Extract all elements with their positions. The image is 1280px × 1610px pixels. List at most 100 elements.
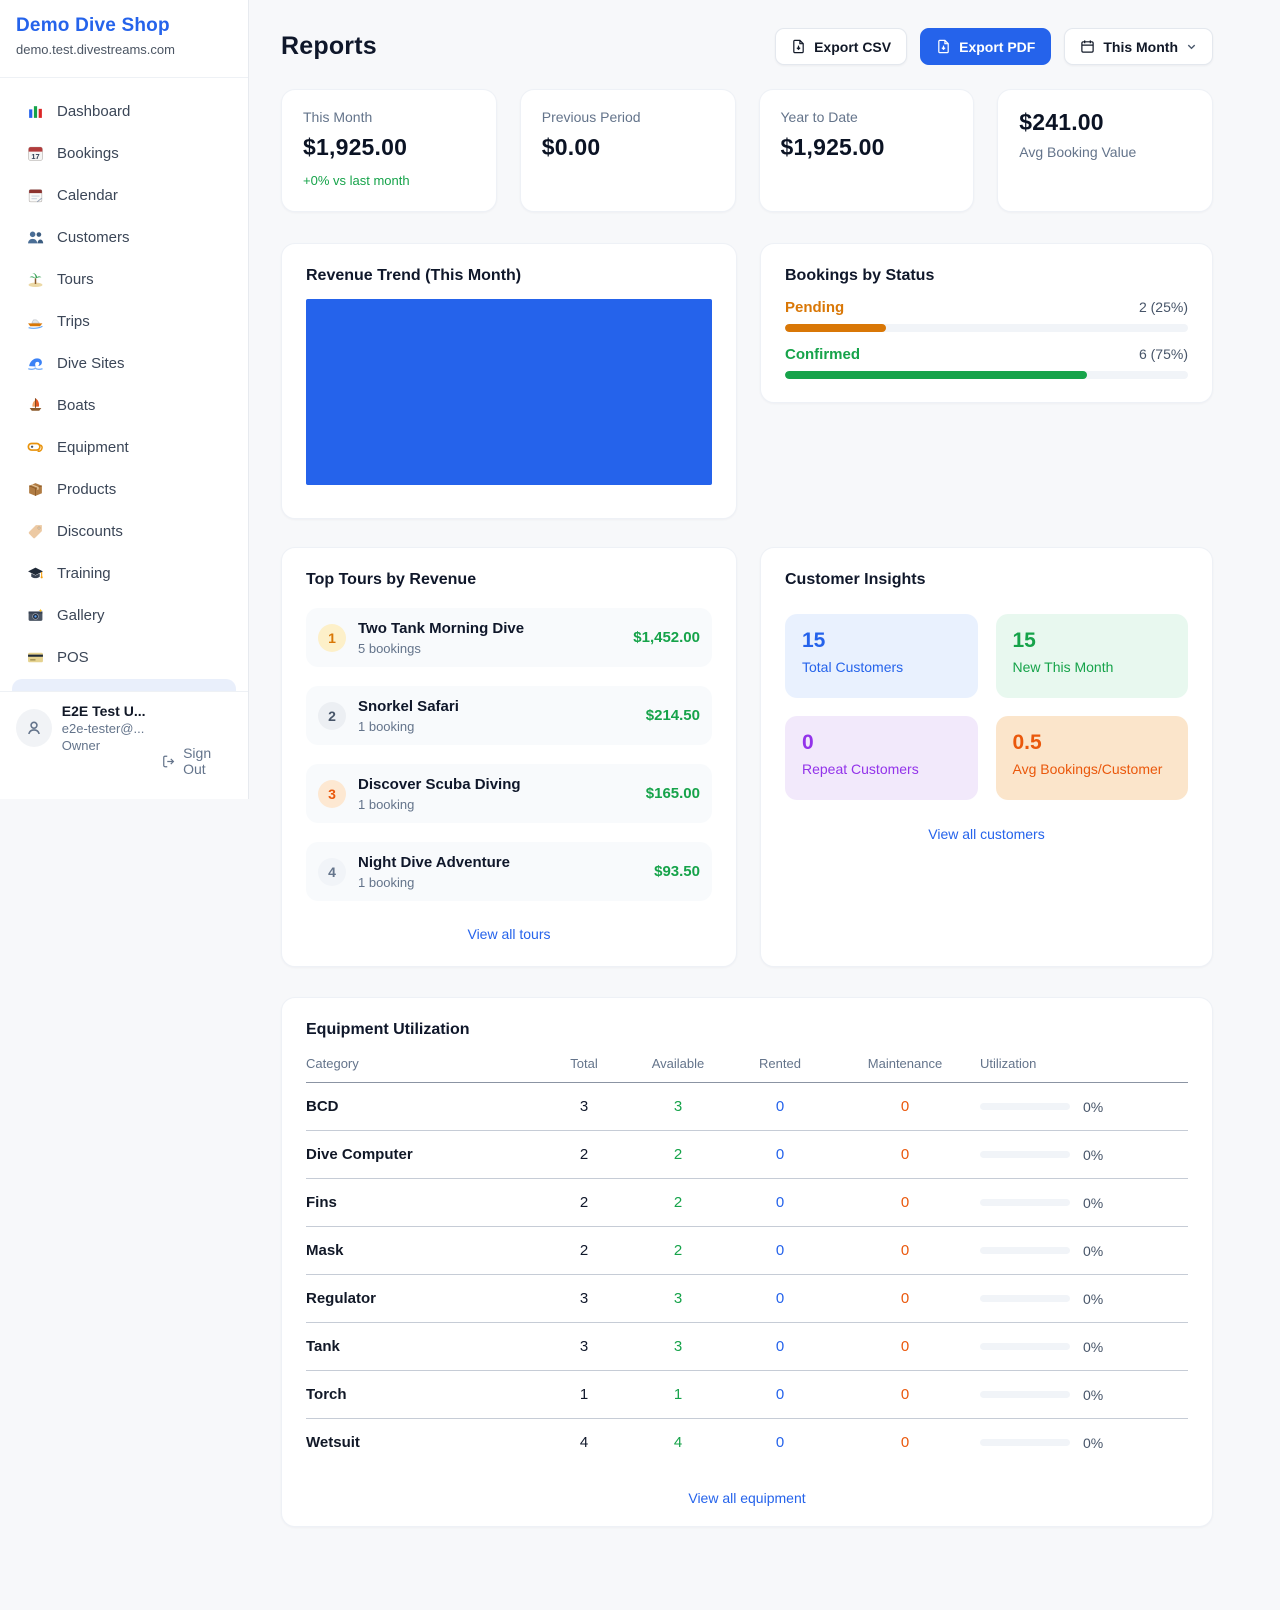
main-content: Reports Export CSV Export PDF This Month… bbox=[281, 0, 1213, 1527]
export-pdf-button[interactable]: Export PDF bbox=[920, 28, 1051, 65]
view-all-tours-link[interactable]: View all tours bbox=[306, 926, 712, 946]
cell-utilization: 0% bbox=[1083, 1195, 1103, 1211]
cell-rented: 0 bbox=[730, 1179, 830, 1227]
sidebar-item-dive-sites[interactable]: Dive Sites bbox=[12, 342, 236, 384]
stat-value: $1,925.00 bbox=[781, 134, 953, 161]
sidebar-item-label: Products bbox=[57, 481, 116, 498]
cell-utilization: 0% bbox=[1083, 1435, 1103, 1451]
revenue-trend-title: Revenue Trend (This Month) bbox=[306, 267, 712, 285]
sidebar-item-tours[interactable]: Tours bbox=[12, 258, 236, 300]
gallery-icon bbox=[26, 606, 44, 624]
cell-available: 2 bbox=[626, 1131, 730, 1179]
page-header: Reports Export CSV Export PDF This Month bbox=[281, 28, 1213, 65]
user-meta: E2E Test U... e2e-tester@... Owner bbox=[62, 703, 152, 799]
utilization-bar bbox=[980, 1391, 1070, 1398]
sidebar-item-equipment[interactable]: Equipment bbox=[12, 426, 236, 468]
sign-out-icon bbox=[162, 754, 176, 769]
file-download-icon bbox=[791, 39, 806, 54]
sidebar-item-dashboard[interactable]: Dashboard bbox=[12, 90, 236, 132]
tour-name: Night Dive Adventure bbox=[358, 854, 510, 871]
view-all-equipment-link[interactable]: View all equipment bbox=[306, 1490, 1188, 1506]
sidebar-item-label: Training bbox=[57, 565, 111, 582]
boats-icon bbox=[26, 396, 44, 414]
export-csv-button[interactable]: Export CSV bbox=[775, 28, 907, 65]
tour-row: 1 Two Tank Morning Dive5 bookings $1,452… bbox=[306, 608, 712, 667]
cell-total: 2 bbox=[542, 1131, 626, 1179]
person-icon bbox=[23, 717, 45, 739]
sidebar-item-customers[interactable]: Customers bbox=[12, 216, 236, 258]
export-csv-label: Export CSV bbox=[814, 39, 891, 55]
stat-label: This Month bbox=[303, 109, 475, 125]
tour-bookings: 1 booking bbox=[358, 875, 510, 890]
period-dropdown[interactable]: This Month bbox=[1064, 28, 1213, 65]
tile-avg-bookings-customer: 0.5 Avg Bookings/Customer bbox=[996, 716, 1189, 800]
cell-total: 3 bbox=[542, 1083, 626, 1131]
calendar-outline-icon bbox=[1080, 39, 1095, 54]
sidebar-item-bookings[interactable]: 17 Bookings bbox=[12, 132, 236, 174]
tile-new-this-month: 15 New This Month bbox=[996, 614, 1189, 698]
user-panel: E2E Test U... e2e-tester@... Owner Sign … bbox=[0, 691, 248, 799]
sidebar-item-label: Bookings bbox=[57, 145, 119, 162]
cell-rented: 0 bbox=[730, 1083, 830, 1131]
stat-card-previous-period: Previous Period $0.00 bbox=[520, 89, 736, 212]
cell-category: Dive Computer bbox=[306, 1131, 542, 1179]
sidebar-item-boats[interactable]: Boats bbox=[12, 384, 236, 426]
stat-label: Avg Booking Value bbox=[1019, 144, 1191, 160]
tile-label: Total Customers bbox=[802, 659, 961, 675]
cell-maintenance: 0 bbox=[830, 1371, 980, 1419]
revenue-trend-chart bbox=[306, 299, 712, 485]
stat-delta: +0% vs last month bbox=[303, 173, 475, 188]
tour-row: 2 Snorkel Safari1 booking $214.50 bbox=[306, 686, 712, 745]
tour-bookings: 1 booking bbox=[358, 719, 459, 734]
sidebar-item-gallery[interactable]: Gallery bbox=[12, 594, 236, 636]
training-icon bbox=[26, 564, 44, 582]
column-header: Category bbox=[306, 1056, 542, 1083]
sidebar-item-trips[interactable]: Trips bbox=[12, 300, 236, 342]
cell-available: 3 bbox=[626, 1083, 730, 1131]
tile-label: Avg Bookings/Customer bbox=[1013, 761, 1172, 777]
cell-utilization: 0% bbox=[1083, 1387, 1103, 1403]
equipment-utilization-card: Equipment Utilization Category Total Ava… bbox=[281, 997, 1213, 1527]
discounts-icon bbox=[26, 522, 44, 540]
equipment-table: Category Total Available Rented Maintena… bbox=[306, 1056, 1188, 1466]
tile-value: 0.5 bbox=[1013, 731, 1172, 755]
sidebar-item-products[interactable]: Products bbox=[12, 468, 236, 510]
equipment-utilization-title: Equipment Utilization bbox=[306, 1021, 1188, 1039]
top-tours-card: Top Tours by Revenue 1 Two Tank Morning … bbox=[281, 547, 737, 967]
bookings-by-status-card: Bookings by Status Pending 2 (25%) Confi… bbox=[760, 243, 1213, 403]
sidebar-item-pos[interactable]: POS bbox=[12, 636, 236, 678]
tour-bookings: 5 bookings bbox=[358, 641, 524, 656]
sidebar-item-label: Dashboard bbox=[57, 103, 130, 120]
status-label: Confirmed bbox=[785, 346, 860, 363]
table-row: Mask 2 2 0 0 0% bbox=[306, 1227, 1188, 1275]
cell-total: 1 bbox=[542, 1371, 626, 1419]
utilization-bar bbox=[980, 1343, 1070, 1350]
chevron-down-icon bbox=[1186, 41, 1197, 52]
period-label: This Month bbox=[1103, 39, 1178, 55]
utilization-bar bbox=[980, 1295, 1070, 1302]
view-all-customers-link[interactable]: View all customers bbox=[785, 826, 1188, 842]
revenue-trend-card: Revenue Trend (This Month) bbox=[281, 243, 737, 519]
cell-total: 4 bbox=[542, 1419, 626, 1467]
active-nav-highlight bbox=[12, 679, 236, 691]
svg-text:17: 17 bbox=[31, 151, 39, 160]
tour-bookings: 1 booking bbox=[358, 797, 521, 812]
cell-total: 3 bbox=[542, 1275, 626, 1323]
tour-revenue: $93.50 bbox=[654, 863, 700, 880]
sidebar-item-label: Customers bbox=[57, 229, 130, 246]
cell-rented: 0 bbox=[730, 1419, 830, 1467]
insights-row: Top Tours by Revenue 1 Two Tank Morning … bbox=[281, 547, 1213, 967]
column-header: Rented bbox=[730, 1056, 830, 1083]
sidebar-item-discounts[interactable]: Discounts bbox=[12, 510, 236, 552]
sidebar-item-training[interactable]: Training bbox=[12, 552, 236, 594]
sign-out-button[interactable]: Sign Out bbox=[162, 723, 234, 799]
cell-maintenance: 0 bbox=[830, 1275, 980, 1323]
sidebar-item-label: Calendar bbox=[57, 187, 118, 204]
table-row: Regulator 3 3 0 0 0% bbox=[306, 1275, 1188, 1323]
sidebar-item-calendar[interactable]: Calendar bbox=[12, 174, 236, 216]
cell-available: 4 bbox=[626, 1419, 730, 1467]
header-actions: Export CSV Export PDF This Month bbox=[775, 28, 1213, 65]
stat-card-year-to-date: Year to Date $1,925.00 bbox=[759, 89, 975, 212]
sidebar-item-label: Discounts bbox=[57, 523, 123, 540]
avatar bbox=[16, 709, 52, 747]
